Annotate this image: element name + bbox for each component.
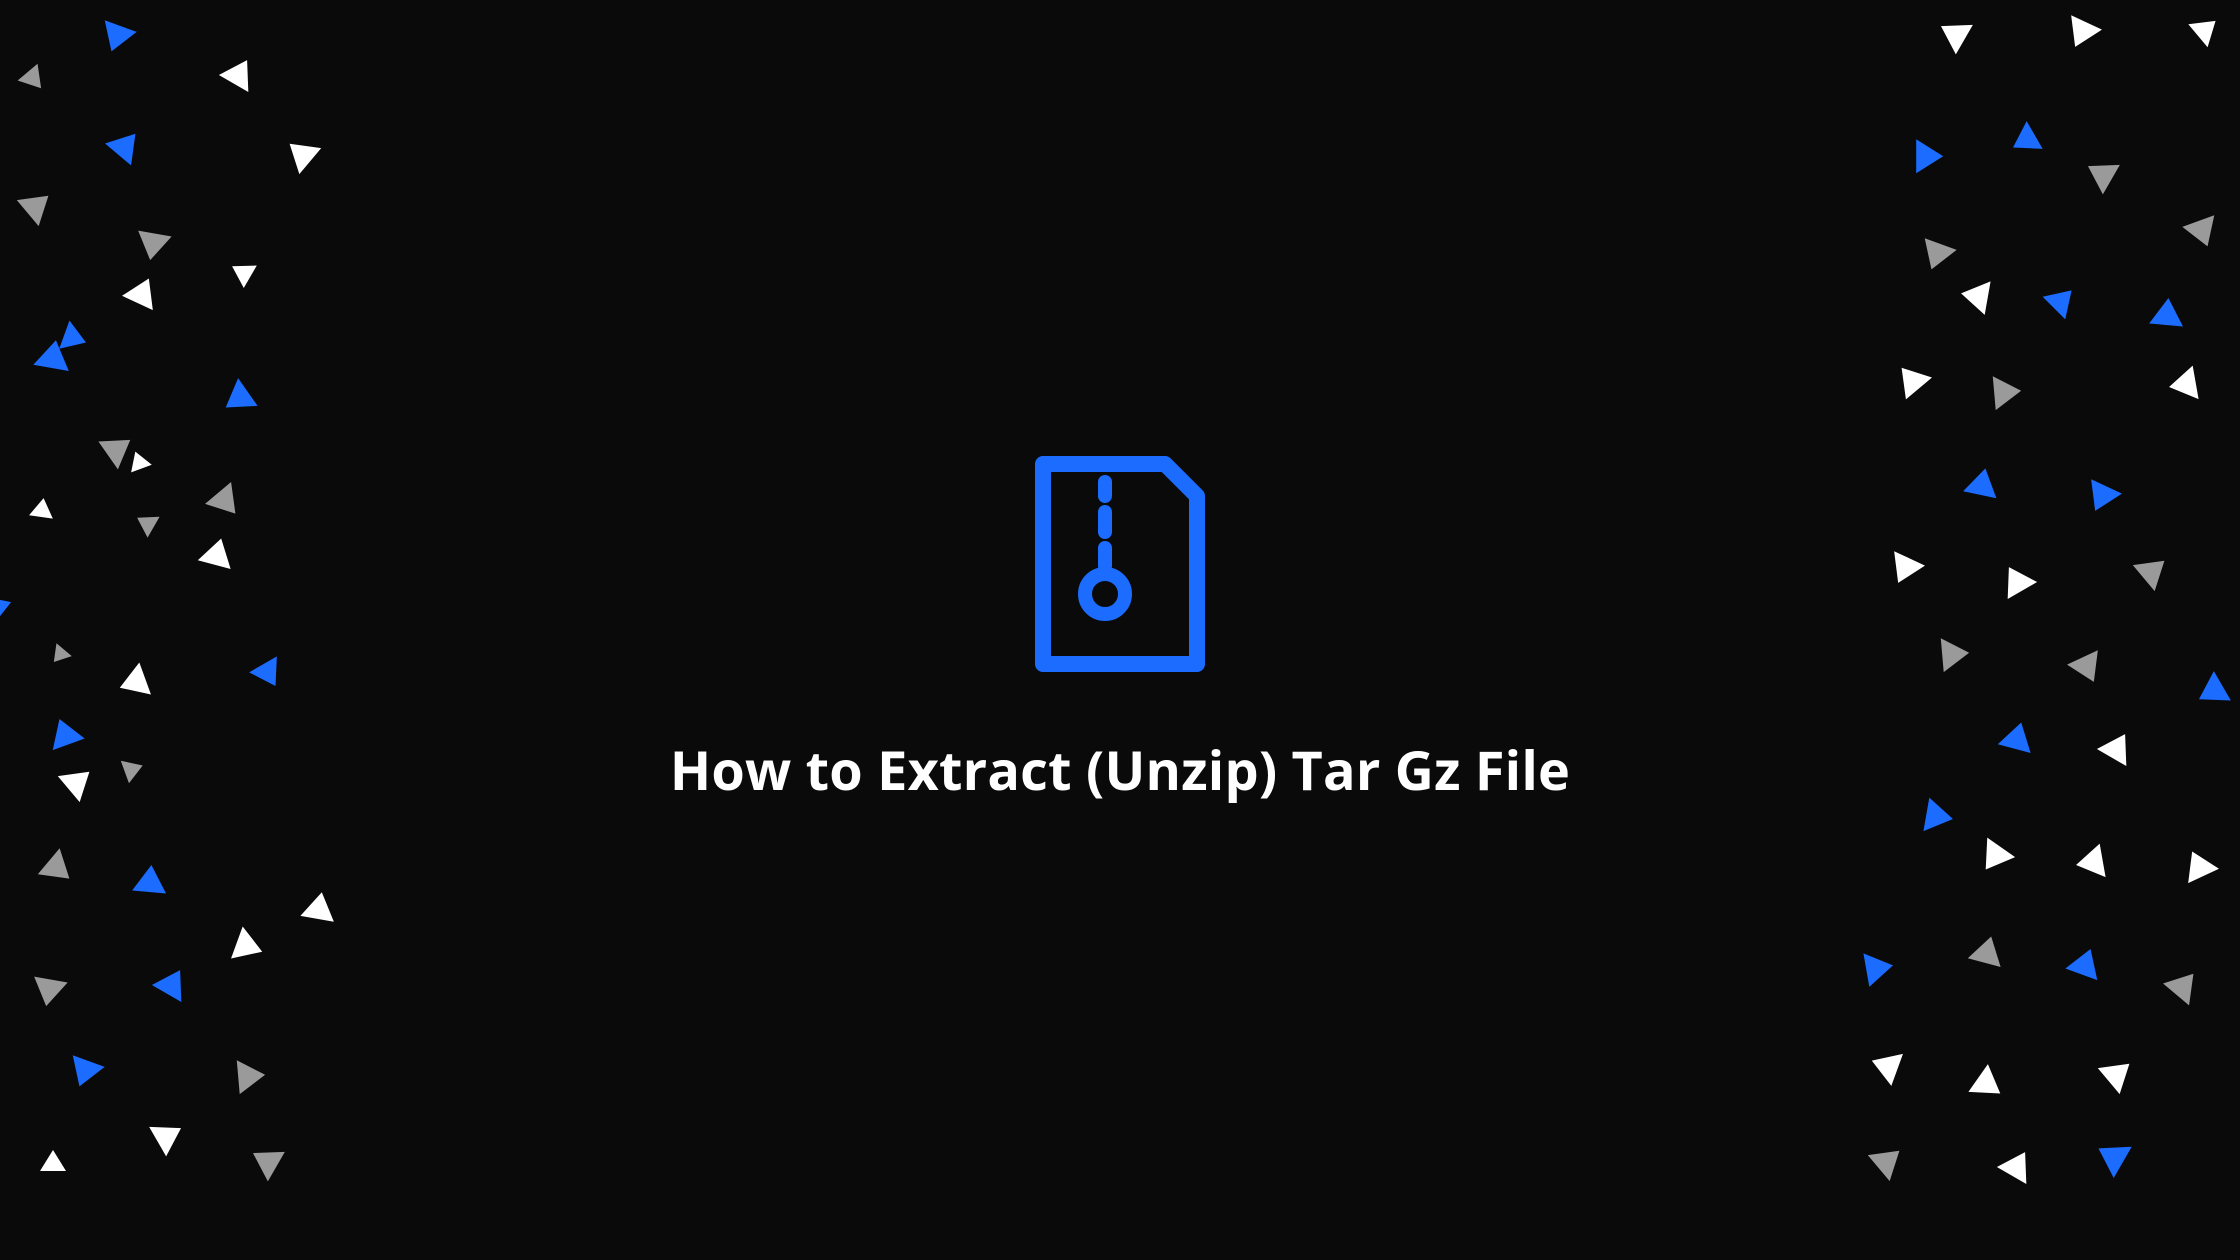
zip-file-icon (1025, 454, 1215, 674)
hero-banner: How to Extract (Unzip) Tar Gz File (0, 0, 2240, 1260)
page-title: How to Extract (Unzip) Tar Gz File (670, 732, 1570, 806)
center-column: How to Extract (Unzip) Tar Gz File (0, 0, 2240, 1260)
